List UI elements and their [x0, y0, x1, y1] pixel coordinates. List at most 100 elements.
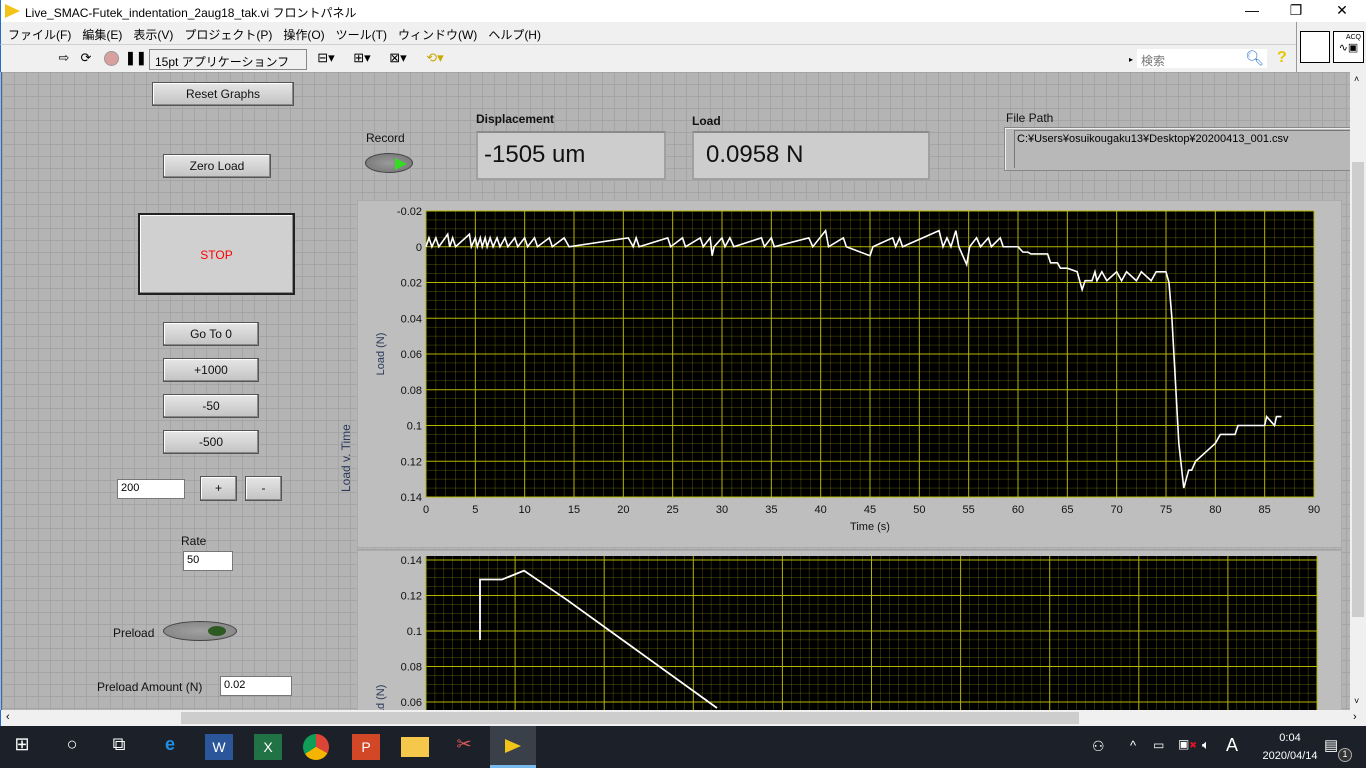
step-plus-button[interactable]: +	[200, 476, 237, 501]
load-vs-displacement-graph[interactable]: 0.14 0.12 0.1 0.08 0.06 Load (N)	[357, 548, 1342, 710]
vertical-scroll-thumb[interactable]	[1352, 162, 1364, 617]
search-icon[interactable]: 🔍︎	[1245, 49, 1264, 67]
scroll-right-icon[interactable]: ›	[1353, 711, 1357, 723]
stop-button[interactable]: STOP	[138, 213, 295, 295]
preload-amount-input[interactable]: 0.02	[220, 676, 292, 696]
horizontal-scrollbar[interactable]: ‹ ›	[0, 710, 1366, 726]
ime-indicator[interactable]: A	[1226, 735, 1238, 756]
menu-view[interactable]: 表示(V)	[126, 22, 177, 43]
notification-count: 1	[1338, 748, 1352, 762]
load-label: Load	[692, 114, 721, 128]
menu-edit[interactable]: 編集(E)	[75, 22, 126, 43]
x-tick-label: 90	[1308, 504, 1320, 516]
task-view-icon[interactable]: ⧉	[105, 734, 133, 760]
record-toggle[interactable]	[365, 153, 413, 173]
y-tick-label: 0.08	[401, 385, 422, 397]
y-tick-label: 0	[416, 242, 422, 254]
snipping-tool-icon[interactable]: ✂	[450, 734, 478, 760]
y-tick-label: 0.12	[401, 591, 422, 603]
y-tick-label: 0.14	[401, 492, 422, 504]
labview-icon	[5, 4, 20, 18]
distribute-objects-icon[interactable]: ⊞▾	[349, 50, 375, 68]
rate-input[interactable]: 50	[183, 551, 233, 571]
vertical-scrollbar[interactable]: ˄ ˅	[1350, 72, 1366, 710]
file-path-indicator: C:¥Users¥osuikougaku13¥Desktop¥20200413_…	[1004, 127, 1350, 171]
acq-text: ACQ	[1345, 34, 1361, 41]
y-tick-label: 0.12	[401, 456, 422, 468]
people-icon[interactable]: ⚇	[1092, 738, 1105, 755]
step-minus-button[interactable]: -	[245, 476, 282, 501]
y-axis-label: Load (N)	[375, 685, 387, 710]
x-tick-label: 55	[963, 504, 975, 516]
font-select[interactable]: 15pt アプリケーションフォント▾	[149, 49, 307, 86]
toolbar: ⇨ ⟳ ❚❚ 15pt アプリケーションフォント▾ ⊟▾ ⊞▾ ⊠▾ ⟲▾ ▸ …	[0, 44, 1296, 86]
x-tick-label: 10	[519, 504, 531, 516]
y-axis-label: Load (N)	[375, 333, 387, 376]
preload-toggle[interactable]	[163, 621, 237, 641]
labview-taskbar-button[interactable]	[490, 726, 536, 768]
battery-icon[interactable]: ▭	[1153, 738, 1164, 752]
y-tick-label: 0.06	[401, 349, 422, 361]
front-panel: Reset Graphs Zero Load STOP Go To 0 +100…	[1, 72, 1350, 710]
scroll-up-icon[interactable]: ˄	[1354, 74, 1359, 84]
waveform-icon: ∿▣	[1338, 42, 1359, 54]
connector-pane[interactable]	[1300, 31, 1330, 63]
run-continuously-icon[interactable]: ⟳	[78, 50, 94, 68]
reset-graphs-button[interactable]: Reset Graphs	[152, 82, 294, 106]
close-button[interactable]: ✕	[1319, 2, 1365, 20]
menu-operate[interactable]: 操作(O)	[276, 22, 328, 43]
plus-1000-button[interactable]: +1000	[163, 358, 259, 382]
pause-icon[interactable]: ❚❚	[125, 50, 147, 68]
y-tick-label: 0.1	[407, 626, 422, 638]
menu-help[interactable]: ヘルプ(H)	[481, 22, 545, 43]
resize-objects-icon[interactable]: ⊠▾	[385, 50, 411, 68]
y-tick-label: -0.02	[397, 206, 422, 218]
abort-icon[interactable]	[104, 51, 119, 66]
x-tick-label: 15	[568, 504, 580, 516]
show-hidden-icons[interactable]: ^	[1130, 738, 1136, 753]
zero-load-button[interactable]: Zero Load	[163, 154, 271, 178]
step-input[interactable]: 200	[117, 479, 185, 499]
menu-file[interactable]: ファイル(F)	[1, 22, 75, 43]
run-arrow-icon[interactable]: ⇨	[57, 50, 71, 68]
windows-start-icon[interactable]: ⊞	[8, 734, 36, 760]
horizontal-scroll-thumb[interactable]	[181, 712, 1079, 724]
action-center-icon[interactable]: ▤	[1324, 736, 1338, 754]
minus-500-button[interactable]: -500	[163, 430, 259, 454]
edge-icon[interactable]: e	[156, 734, 184, 760]
x-tick-label: 85	[1259, 504, 1271, 516]
menu-project[interactable]: プロジェクト(P)	[177, 22, 276, 43]
x-tick-label: 30	[716, 504, 728, 516]
cortana-icon[interactable]: ○	[58, 734, 86, 760]
load-vs-time-graph[interactable]: 0 5 10 15 20 25 30 35 40 45 50 55 60 65 70 75 80 85 90 -0.0…	[357, 200, 1342, 548]
reorder-icon[interactable]: ⟲▾	[421, 50, 449, 68]
excel-icon[interactable]: X	[254, 734, 282, 760]
title-bar: Live_SMAC-Futek_indentation_2aug18_tak.v…	[0, 0, 1366, 22]
minus-50-button[interactable]: -50	[163, 394, 259, 418]
x-tick-label: 5	[472, 504, 478, 516]
word-icon[interactable]: W	[205, 734, 233, 760]
search-arrow-icon: ▸	[1129, 55, 1134, 64]
vi-icon[interactable]: ACQ ∿▣	[1333, 31, 1364, 63]
file-explorer-icon[interactable]	[401, 737, 429, 757]
go-to-0-button[interactable]: Go To 0	[163, 322, 259, 346]
minimize-button[interactable]: —	[1229, 2, 1275, 20]
clock-time[interactable]: 0:04	[1262, 732, 1318, 744]
scroll-down-icon[interactable]: ˅	[1354, 696, 1359, 706]
restore-button[interactable]: ❐	[1273, 2, 1319, 20]
displacement-label: Displacement	[476, 112, 555, 126]
network-disconnected-icon[interactable]: ▣✖	[1178, 737, 1197, 751]
y-tick-label: 0.04	[401, 313, 422, 325]
powerpoint-icon[interactable]: P	[352, 734, 380, 760]
menu-window[interactable]: ウィンドウ(W)	[391, 22, 481, 43]
chrome-icon[interactable]	[303, 734, 329, 760]
clock-date[interactable]: 2020/04/14	[1250, 750, 1330, 762]
volume-icon[interactable]: 🔈︎	[1202, 737, 1210, 753]
align-objects-icon[interactable]: ⊟▾	[313, 50, 339, 68]
scroll-left-icon[interactable]: ‹	[6, 711, 10, 723]
help-icon[interactable]: ?	[1277, 49, 1287, 67]
displacement-indicator: -1505 um	[476, 131, 666, 180]
rate-label: Rate	[181, 534, 207, 548]
menu-tools[interactable]: ツール(T)	[329, 22, 391, 43]
file-path-label: File Path	[1006, 111, 1054, 125]
